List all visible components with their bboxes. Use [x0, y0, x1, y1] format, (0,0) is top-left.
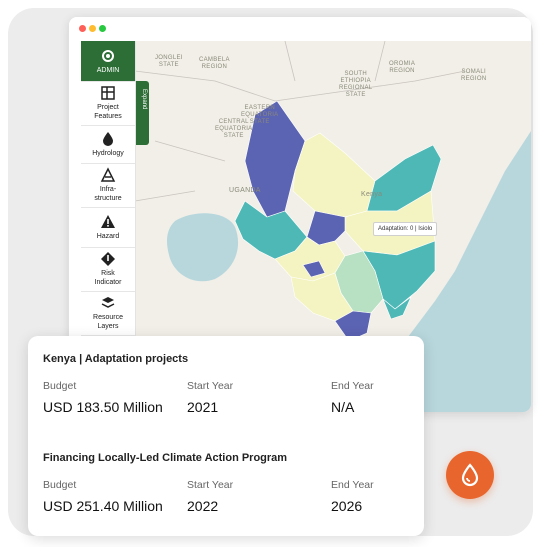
end-year-value: N/A — [331, 399, 355, 415]
map-label: CENTRAL EQUATORIA STATE — [215, 119, 253, 139]
map-label: UGANDA — [229, 187, 261, 194]
start-year-value: 2022 — [187, 498, 219, 514]
map-label: Kenya — [361, 191, 383, 198]
end-year-label: End Year — [331, 479, 374, 491]
sidebar-item-project-features[interactable]: Project Features — [81, 81, 135, 126]
budget-value: USD 251.40 Million — [43, 498, 163, 514]
kenya-choropleth[interactable] — [234, 100, 442, 342]
sidebar-item-hazard[interactable]: Hazard — [81, 207, 135, 248]
start-year-label: Start Year — [187, 479, 234, 491]
droplet-icon — [461, 463, 479, 487]
risk-indicator-icon — [101, 252, 115, 266]
map-label: JONGLEI STATE — [155, 55, 183, 68]
sidebar-item-hydrology[interactable]: Hydrology — [81, 125, 135, 164]
budget-value: USD 183.50 Million — [43, 399, 163, 415]
start-year-value: 2021 — [187, 399, 219, 415]
hydrology-fab-button[interactable] — [446, 451, 494, 499]
admin-gear-icon — [102, 49, 114, 62]
map-tooltip: Adaptation: 0 | Isiolo — [373, 222, 438, 236]
sidebar-item-label: Project Features — [94, 104, 122, 120]
map-label: CAMBELA REGION — [199, 57, 230, 70]
title-bar — [69, 17, 531, 39]
lake-victoria — [167, 213, 239, 282]
end-year-value: 2026 — [331, 498, 363, 514]
infrastructure-icon — [100, 167, 116, 182]
county-isiolo[interactable] — [306, 210, 346, 246]
sidebar-item-label: Hydrology — [92, 149, 124, 157]
sidebar-item-label: Risk Indicator — [94, 270, 122, 286]
end-year-label: End Year — [331, 380, 374, 392]
sidebar-item-label: Infra- structure — [94, 186, 122, 202]
sidebar-item-label: Hazard — [96, 232, 120, 240]
expand-toggle[interactable]: Expand — [136, 81, 149, 145]
minimize-window-button[interactable] — [89, 25, 96, 32]
maximize-window-button[interactable] — [99, 25, 106, 32]
sidebar-item-resource-layers[interactable]: Resource Layers — [81, 291, 135, 336]
expand-label: Expand — [141, 89, 147, 110]
project-title: Kenya | Adaptation projects — [43, 353, 189, 365]
sidebar-item-label: ADMIN — [96, 66, 120, 74]
budget-label: Budget — [43, 479, 77, 491]
resource-layers-icon — [101, 297, 115, 308]
warning-icon — [101, 214, 115, 228]
project-features-icon — [101, 86, 115, 100]
budget-label: Budget — [43, 380, 77, 392]
map-label: OROMIA REGION — [389, 61, 416, 74]
close-window-button[interactable] — [79, 25, 86, 32]
droplet-icon — [103, 131, 113, 146]
project-info-card: Kenya | Adaptation projects Budget Start… — [28, 336, 424, 536]
map-label: SOMALI REGION — [461, 69, 487, 82]
sidebar-item-risk-indicator[interactable]: Risk Indicator — [81, 247, 135, 292]
map-label: SOUTH ETHIOPIA REGIONAL STATE — [339, 71, 373, 98]
project-title: Financing Locally-Led Climate Action Pro… — [43, 452, 288, 464]
sidebar-item-label: Resource Layers — [93, 314, 123, 330]
sidebar-item-admin[interactable]: ADMIN — [81, 41, 135, 82]
county-marsabit[interactable] — [292, 132, 376, 218]
start-year-label: Start Year — [187, 380, 234, 392]
sidebar-item-infrastructure[interactable]: Infra- structure — [81, 163, 135, 208]
